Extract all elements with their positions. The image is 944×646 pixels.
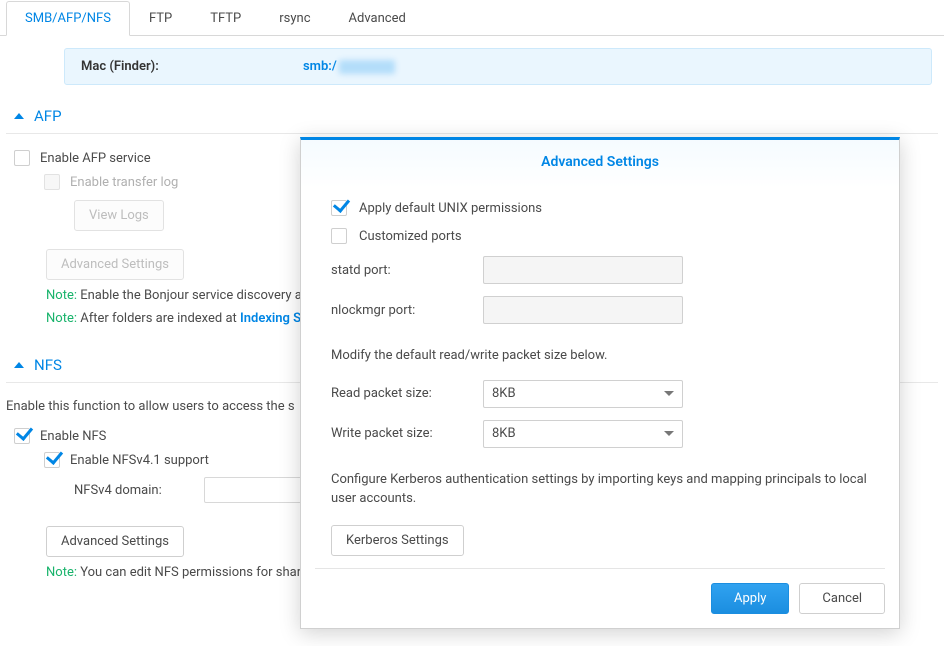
enable-nfs-checkbox[interactable]	[14, 428, 30, 444]
tab-rsync[interactable]: rsync	[260, 1, 329, 36]
tab-smb-afp-nfs[interactable]: SMB/AFP/NFS	[6, 1, 130, 36]
enable-transfer-log-checkbox	[44, 174, 60, 190]
nlockmgr-port-label: nlockmgr port:	[331, 303, 483, 318]
read-packet-size-label: Read packet size:	[331, 386, 483, 401]
tab-bar: SMB/AFP/NFS FTP TFTP rsync Advanced	[0, 0, 944, 36]
customized-ports-label: Customized ports	[359, 229, 462, 244]
kerberos-settings-button[interactable]: Kerberos Settings	[331, 525, 464, 556]
write-packet-size-value: 8KB	[492, 426, 516, 441]
advanced-settings-dialog: Advanced Settings Apply default UNIX per…	[300, 137, 900, 629]
kerberos-description: Configure Kerberos authentication settin…	[331, 454, 869, 517]
chevron-down-icon	[664, 431, 674, 436]
cancel-button[interactable]: Cancel	[799, 583, 885, 614]
mac-finder-value: smb:/	[303, 59, 395, 74]
write-packet-size-select[interactable]: 8KB	[483, 420, 683, 448]
mac-finder-bar: Mac (Finder): smb:/	[64, 48, 932, 85]
dialog-title: Advanced Settings	[301, 140, 899, 188]
afp-title: AFP	[34, 107, 62, 125]
dialog-footer: Apply Cancel	[315, 568, 885, 628]
nlockmgr-port-input	[483, 296, 683, 324]
nfsv4-domain-label: NFSv4 domain:	[74, 483, 204, 498]
read-packet-size-value: 8KB	[492, 386, 516, 401]
apply-unix-permissions-label: Apply default UNIX permissions	[359, 201, 542, 216]
mac-finder-label: Mac (Finder):	[81, 59, 303, 74]
tab-advanced[interactable]: Advanced	[330, 1, 425, 36]
nfs-title: NFS	[34, 356, 62, 374]
enable-afp-checkbox[interactable]	[14, 150, 30, 166]
apply-button[interactable]: Apply	[711, 583, 789, 614]
read-packet-size-select[interactable]: 8KB	[483, 380, 683, 408]
dialog-body: Apply default UNIX permissions Customize…	[301, 188, 899, 568]
afp-advanced-settings-button: Advanced Settings	[46, 249, 184, 280]
chevron-down-icon	[664, 391, 674, 396]
enable-nfsv41-checkbox[interactable]	[44, 452, 60, 468]
apply-unix-permissions-checkbox[interactable]	[331, 200, 347, 216]
enable-nfsv41-label: Enable NFSv4.1 support	[70, 453, 209, 468]
chevron-up-icon	[14, 362, 24, 368]
indexing-service-link[interactable]: Indexing S	[240, 311, 301, 326]
tab-tftp[interactable]: TFTP	[191, 1, 260, 36]
tab-ftp[interactable]: FTP	[130, 1, 191, 36]
view-logs-button: View Logs	[74, 200, 164, 231]
enable-nfs-label: Enable NFS	[40, 429, 106, 444]
enable-transfer-log-label: Enable transfer log	[70, 175, 178, 190]
redacted-host	[339, 60, 395, 74]
afp-section-header[interactable]: AFP	[6, 97, 938, 134]
statd-port-label: statd port:	[331, 263, 483, 278]
packet-size-description: Modify the default read/write packet siz…	[331, 330, 869, 374]
write-packet-size-label: Write packet size:	[331, 426, 483, 441]
nfsv4-domain-input[interactable]	[204, 477, 304, 503]
nfs-advanced-settings-button[interactable]: Advanced Settings	[46, 526, 184, 557]
statd-port-input	[483, 256, 683, 284]
customized-ports-checkbox[interactable]	[331, 228, 347, 244]
chevron-up-icon	[14, 113, 24, 119]
enable-afp-label: Enable AFP service	[40, 151, 151, 166]
